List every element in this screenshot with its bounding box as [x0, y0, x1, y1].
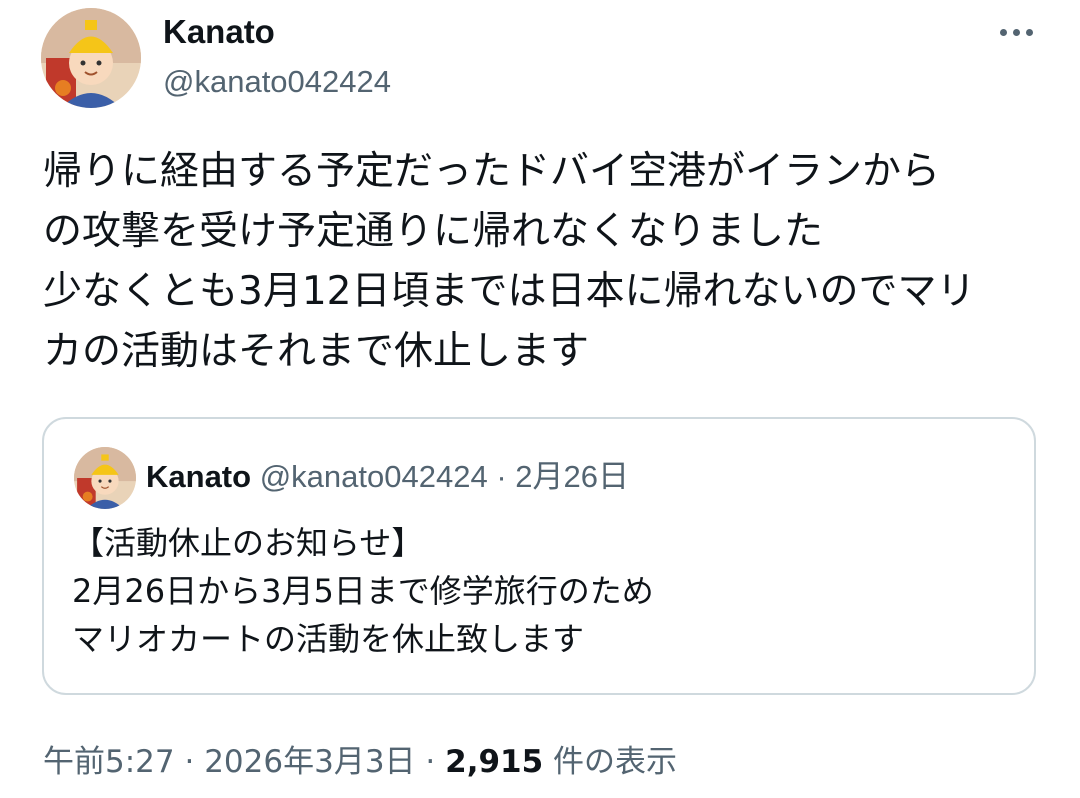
tweet-date[interactable]: 2026年3月3日	[204, 744, 415, 780]
separator-dot: ·	[184, 744, 195, 780]
author-display-name[interactable]: Kanato	[163, 12, 275, 52]
ellipsis-icon	[999, 28, 1007, 36]
tweet-metadata: 午前5:27 · 2026年3月3日 · 2,915 件の表示	[43, 740, 677, 784]
tweet-time[interactable]: 午前5:27	[43, 744, 175, 780]
avatar-image	[74, 447, 136, 509]
separator-dot: ·	[496, 459, 507, 494]
quoted-tweet-text: 【活動休止のお知らせ】 2月26日から3月5日まで修学旅行のため マリオカートの…	[72, 519, 654, 663]
quoted-tweet-header: Kanato @kanato042424 · 2月26日	[146, 457, 629, 497]
quoted-tweet-date: 2月26日	[515, 459, 630, 494]
ellipsis-icon	[1012, 28, 1020, 36]
quoted-author-avatar	[74, 447, 136, 509]
quoted-author-display-name: Kanato	[146, 459, 252, 494]
more-options-button[interactable]	[990, 14, 1042, 50]
separator-dot: ·	[425, 744, 436, 780]
quoted-author-handle: @kanato042424	[259, 459, 488, 494]
avatar-image	[41, 8, 141, 108]
tweet-text: 帰りに経由する予定だったドバイ空港がイランから の攻撃を受け予定通りに帰れなくな…	[43, 142, 1043, 382]
quoted-text-line: 2月26日から3月5日まで修学旅行のため	[72, 572, 654, 610]
views-label: 件の表示	[553, 744, 678, 780]
tweet-text-line: の攻撃を受け予定通りに帰れなくなりました	[43, 209, 824, 254]
tweet-text-line: 少なくとも3月12日頃までは日本に帰れないのでマリ	[43, 269, 976, 314]
quoted-text-line: マリオカートの活動を休止致します	[72, 620, 585, 658]
author-handle[interactable]: @kanato042424	[163, 62, 391, 102]
quoted-tweet-card[interactable]: Kanato @kanato042424 · 2月26日 【活動休止のお知らせ】…	[42, 417, 1036, 695]
quoted-text-line: 【活動休止のお知らせ】	[72, 524, 424, 562]
ellipsis-icon	[1025, 28, 1033, 36]
views-count: 2,915	[445, 744, 544, 780]
tweet-text-line: 帰りに経由する予定だったドバイ空港がイランから	[43, 149, 941, 194]
author-avatar[interactable]	[41, 8, 141, 108]
tweet-text-line: カの活動はそれまで休止します	[43, 329, 590, 374]
